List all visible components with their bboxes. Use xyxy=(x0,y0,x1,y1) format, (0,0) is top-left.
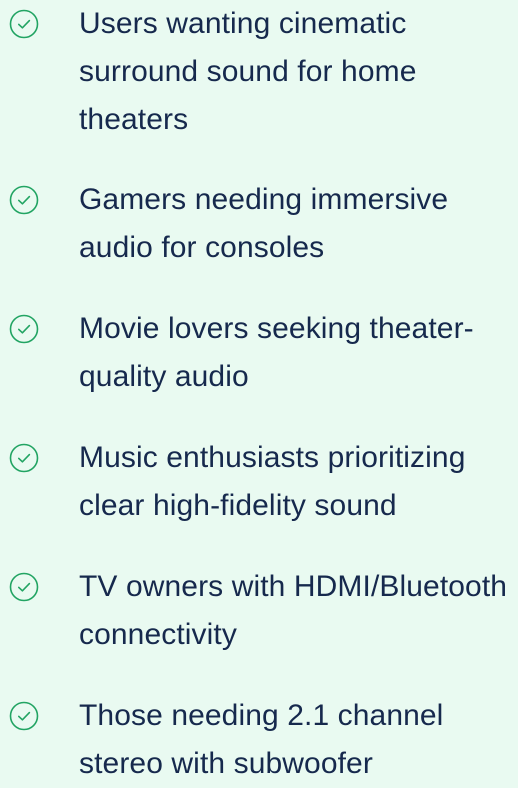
list-item-label: Music enthusiasts prioritizing clear hig… xyxy=(79,441,466,522)
check-circle-icon xyxy=(9,9,39,39)
check-circle-icon xyxy=(9,572,39,602)
check-circle-icon xyxy=(9,701,39,731)
list-item-label: Movie lovers seeking theater-quality aud… xyxy=(79,312,474,393)
check-circle-icon xyxy=(9,443,39,473)
feature-list: Users wanting cinematic surround sound f… xyxy=(0,0,518,780)
list-item-label: Gamers needing immersive audio for conso… xyxy=(79,183,449,264)
list-item-label: TV owners with HDMI/Bluetooth connectivi… xyxy=(79,570,508,651)
list-item-label: Users wanting cinematic surround sound f… xyxy=(79,7,417,136)
check-circle-icon xyxy=(9,314,39,344)
check-circle-icon xyxy=(9,185,39,215)
